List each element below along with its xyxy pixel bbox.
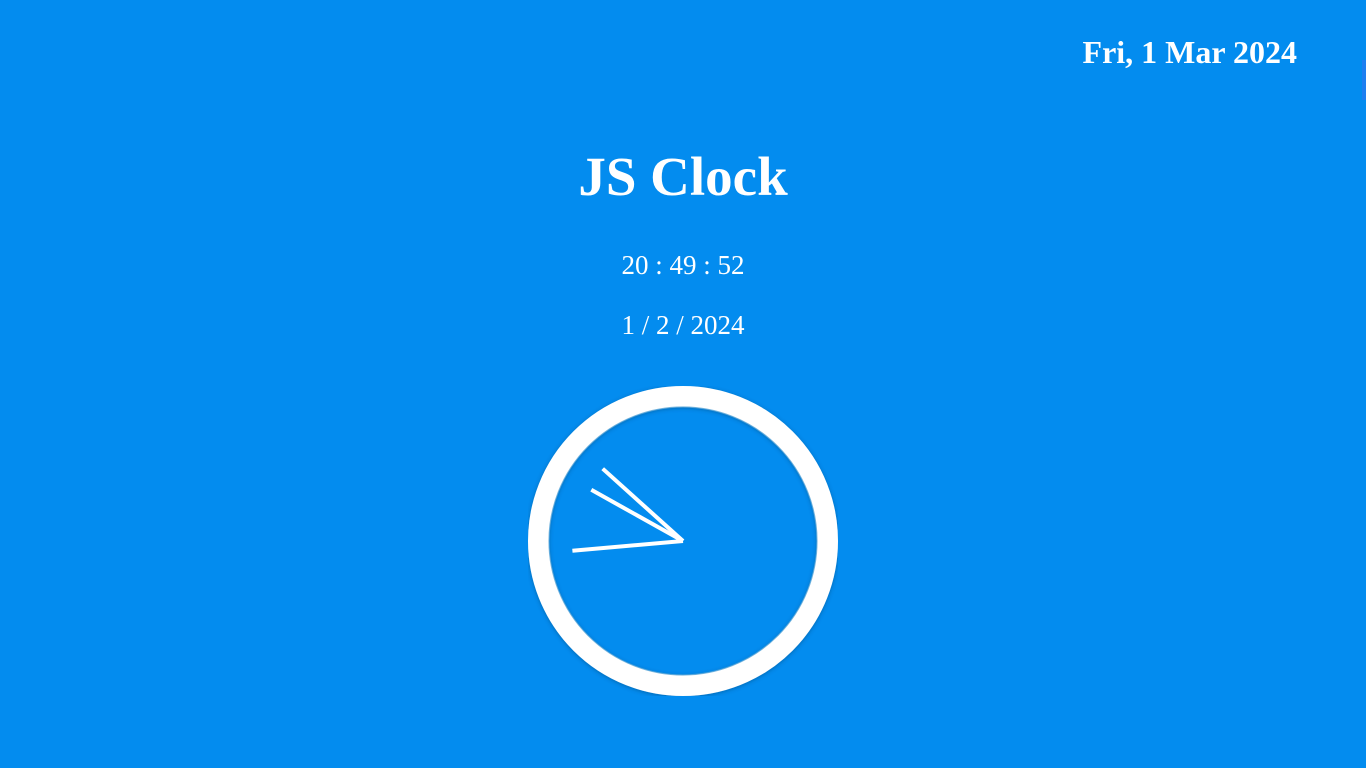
analog-clock-face	[528, 386, 838, 696]
digital-date: 1 / 2 / 2024	[621, 310, 745, 340]
hour-hand	[572, 539, 684, 553]
header-date: Fri, 1 Mar 2024	[1082, 34, 1297, 70]
page-title: JS Clock	[578, 146, 788, 207]
analog-clock	[528, 386, 838, 696]
scrollbar-edge	[1362, 60, 1366, 100]
digital-time: 20 : 49 : 52	[621, 250, 745, 280]
